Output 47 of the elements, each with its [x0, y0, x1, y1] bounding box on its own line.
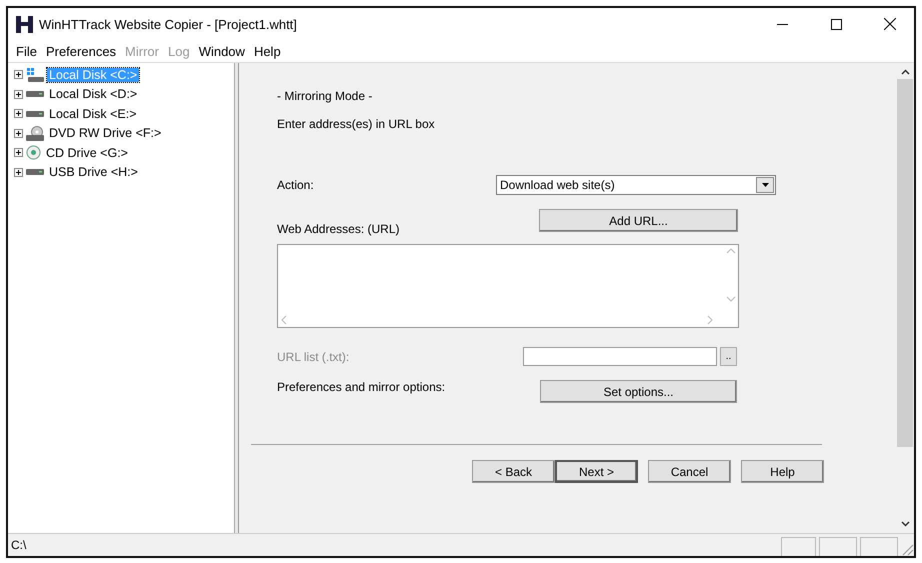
app-logo-icon: [16, 16, 33, 32]
expand-icon[interactable]: [14, 128, 23, 138]
wizard-button[interactable]: Cancel: [648, 460, 731, 483]
url-list-label: URL list (.txt):: [277, 350, 350, 364]
status-panel: [819, 537, 857, 556]
scroll-down-icon[interactable]: [900, 521, 910, 527]
drive-item[interactable]: DVD RW Drive <F:>: [47, 126, 164, 140]
drive-item[interactable]: USB Drive <H:>: [47, 165, 140, 180]
close-icon[interactable]: [884, 18, 896, 30]
wizard-button[interactable]: Next >: [555, 460, 638, 483]
drive-icon: [26, 169, 44, 176]
dvd-drive-icon: [26, 126, 44, 141]
wizard-button[interactable]: < Back: [472, 460, 555, 483]
url-field[interactable]: [277, 244, 739, 328]
expand-icon[interactable]: [14, 70, 23, 80]
menu-item[interactable]: Preferences: [44, 44, 124, 58]
cd-icon: [26, 145, 41, 160]
expand-icon[interactable]: [14, 90, 23, 99]
browse-button[interactable]: ..: [720, 347, 737, 366]
drive-item[interactable]: Local Disk <D:>: [47, 87, 140, 102]
set-options-button[interactable]: Set options...: [540, 380, 737, 403]
status-path: C:\: [11, 538, 28, 552]
menu-item[interactable]: Help: [252, 44, 288, 58]
maximize-icon[interactable]: [830, 18, 842, 30]
expand-icon[interactable]: [14, 109, 23, 118]
menu-item[interactable]: Window: [196, 44, 252, 58]
window-title: WinHTTrack Website Copier - [Project1.whtt]: [39, 16, 298, 32]
dropdown-arrow-icon: [762, 183, 768, 187]
expand-icon[interactable]: [14, 168, 23, 177]
drive-item[interactable]: CD Drive <G:>: [44, 146, 130, 160]
mode-heading: - Mirroring Mode -: [277, 89, 374, 103]
action-dropdown[interactable]: Download web site(s): [496, 175, 776, 195]
drive-icon: [26, 91, 44, 98]
wizard-button[interactable]: Help: [741, 460, 824, 483]
drive-icon: [26, 110, 44, 117]
action-label: Action:: [277, 178, 314, 192]
scroll-up-icon[interactable]: [900, 69, 910, 75]
urls-label: Web Addresses: (URL): [277, 222, 400, 236]
system-drive-icon: [26, 68, 44, 82]
options-label: Preferences and mirror options:: [277, 380, 446, 394]
add-url-button[interactable]: Add URL...: [539, 209, 738, 232]
status-panel: [781, 537, 816, 556]
expand-icon[interactable]: [14, 148, 23, 158]
menu-item[interactable]: File: [14, 44, 44, 58]
status-panel: [860, 537, 898, 556]
drive-item[interactable]: Local Disk <E:>: [47, 106, 139, 121]
instruction-text: Enter address(es) in URL box: [277, 117, 436, 131]
